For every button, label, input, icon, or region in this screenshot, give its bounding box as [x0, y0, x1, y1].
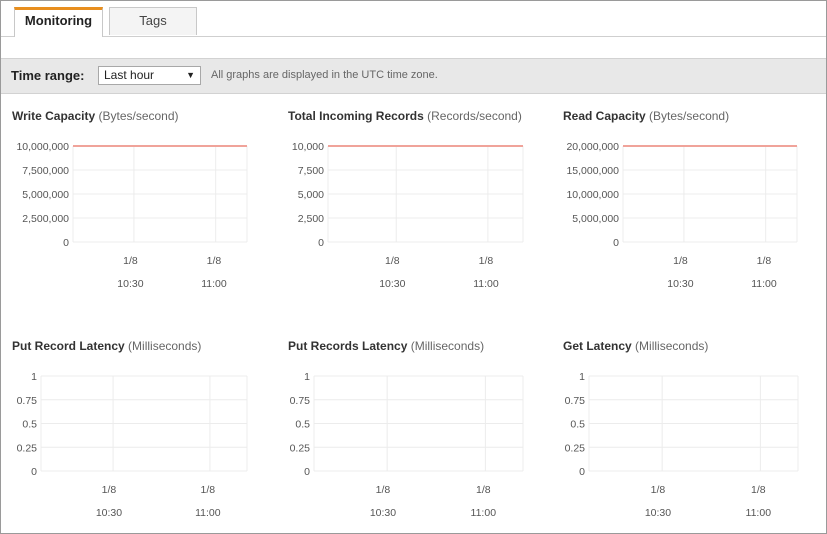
time-range-select[interactable]: Last hour ▼	[98, 66, 201, 85]
chart-plot: 0 0.25 0.5 0.75 1 1/8 10:30 1/8 11:00	[290, 371, 524, 519]
y-tick-label: 0.25	[290, 442, 311, 454]
chart-total-incoming-records: Total Incoming Records (Records/second) …	[288, 109, 553, 324]
y-tick-label: 0	[318, 237, 324, 249]
x-tick-time: 11:00	[473, 278, 499, 290]
tab-monitoring[interactable]: Monitoring	[14, 7, 103, 37]
x-tick-date: 1/8	[476, 484, 491, 496]
x-tick-time: 11:00	[195, 507, 221, 519]
x-tick-date: 1/8	[757, 255, 772, 267]
y-tick-label: 5,000,000	[22, 189, 69, 201]
y-tick-label: 0.5	[295, 419, 310, 431]
timezone-note: All graphs are displayed in the UTC time…	[211, 69, 438, 81]
y-tick-label: 0.25	[17, 442, 38, 454]
x-tick-time: 10:30	[667, 278, 693, 290]
x-tick-time: 11:00	[201, 278, 227, 290]
time-range-label: Time range:	[11, 68, 85, 83]
y-tick-label: 1	[304, 371, 310, 383]
tab-tags[interactable]: Tags	[109, 7, 197, 35]
y-tick-label: 20,000,000	[566, 141, 619, 153]
y-tick-label: 0.5	[570, 419, 585, 431]
x-tick-date: 1/8	[673, 255, 688, 267]
y-tick-label: 0	[63, 237, 69, 249]
x-tick-date: 1/8	[651, 484, 666, 496]
x-tick-time: 11:00	[471, 507, 497, 519]
x-tick-date: 1/8	[376, 484, 391, 496]
y-tick-label: 0	[304, 466, 310, 478]
y-tick-label: 0.5	[22, 419, 37, 431]
y-tick-label: 5,000,000	[572, 213, 619, 225]
dropdown-arrow-icon: ▼	[186, 70, 195, 80]
y-tick-label: 0	[579, 466, 585, 478]
chart-plot: 0 0.25 0.5 0.75 1 1/8 10:30 1/8 11:00	[17, 371, 248, 519]
x-tick-date: 1/8	[207, 255, 222, 267]
chart-put-record-latency: Put Record Latency (Milliseconds) 0 0.25 0…	[12, 339, 277, 533]
x-tick-date: 1/8	[479, 255, 494, 267]
tab-bar: Monitoring Tags	[1, 1, 826, 37]
x-tick-date: 1/8	[123, 255, 138, 267]
x-tick-time: 11:00	[746, 507, 772, 519]
chart-put-records-latency: Put Records Latency (Milliseconds) 0 0.25…	[288, 339, 553, 533]
x-tick-time: 10:30	[370, 507, 396, 519]
y-tick-label: 15,000,000	[566, 165, 619, 177]
y-tick-label: 0.75	[565, 395, 586, 407]
y-tick-label: 10,000,000	[566, 189, 619, 201]
x-tick-date: 1/8	[751, 484, 766, 496]
y-tick-label: 1	[579, 371, 585, 383]
x-tick-time: 10:30	[645, 507, 671, 519]
x-tick-time: 10:30	[117, 278, 143, 290]
chart-plot: 0 2,500,000 5,000,000 7,500,000 10,000,000 1/…	[16, 141, 248, 290]
y-tick-label: 1	[31, 371, 37, 383]
x-tick-time: 10:30	[96, 507, 122, 519]
y-tick-label: 2,500	[298, 213, 324, 225]
monitoring-panel: Monitoring Tags Time range: Last hour ▼ …	[0, 0, 827, 534]
y-tick-label: 10,000,000	[16, 141, 69, 153]
chart-write-capacity: Write Capacity (Bytes/second) 0 2,500,000…	[12, 109, 277, 324]
y-tick-label: 7,500,000	[22, 165, 69, 177]
x-tick-date: 1/8	[385, 255, 400, 267]
chart-plot: 0 5,000,000 10,000,000 15,000,000 20,000,000…	[566, 141, 798, 290]
chart-plot: 0 2,500 5,000 7,500 10,000 1/8 10:30 1/8 11:00	[292, 141, 524, 290]
y-tick-label: 0	[613, 237, 619, 249]
time-range-value: Last hour	[104, 68, 155, 82]
chart-plot: 0 0.25 0.5 0.75 1 1/8 10:30 1/8 11:00	[565, 371, 799, 519]
y-tick-label: 0.75	[290, 395, 311, 407]
y-tick-label: 2,500,000	[22, 213, 69, 225]
y-tick-label: 10,000	[292, 141, 324, 153]
y-tick-label: 0	[31, 466, 37, 478]
y-tick-label: 7,500	[298, 165, 324, 177]
x-tick-time: 11:00	[751, 278, 777, 290]
y-tick-label: 0.25	[565, 442, 586, 454]
x-tick-date: 1/8	[102, 484, 117, 496]
time-range-toolbar: Time range: Last hour ▼ All graphs are d…	[1, 58, 826, 94]
y-tick-label: 5,000	[298, 189, 324, 201]
x-tick-date: 1/8	[201, 484, 216, 496]
y-tick-label: 0.75	[17, 395, 38, 407]
x-tick-time: 10:30	[379, 278, 405, 290]
chart-read-capacity: Read Capacity (Bytes/second) 0 5,000,000 1…	[563, 109, 826, 324]
chart-get-latency: Get Latency (Milliseconds) 0 0.25 0.5 0.75 1…	[563, 339, 826, 533]
